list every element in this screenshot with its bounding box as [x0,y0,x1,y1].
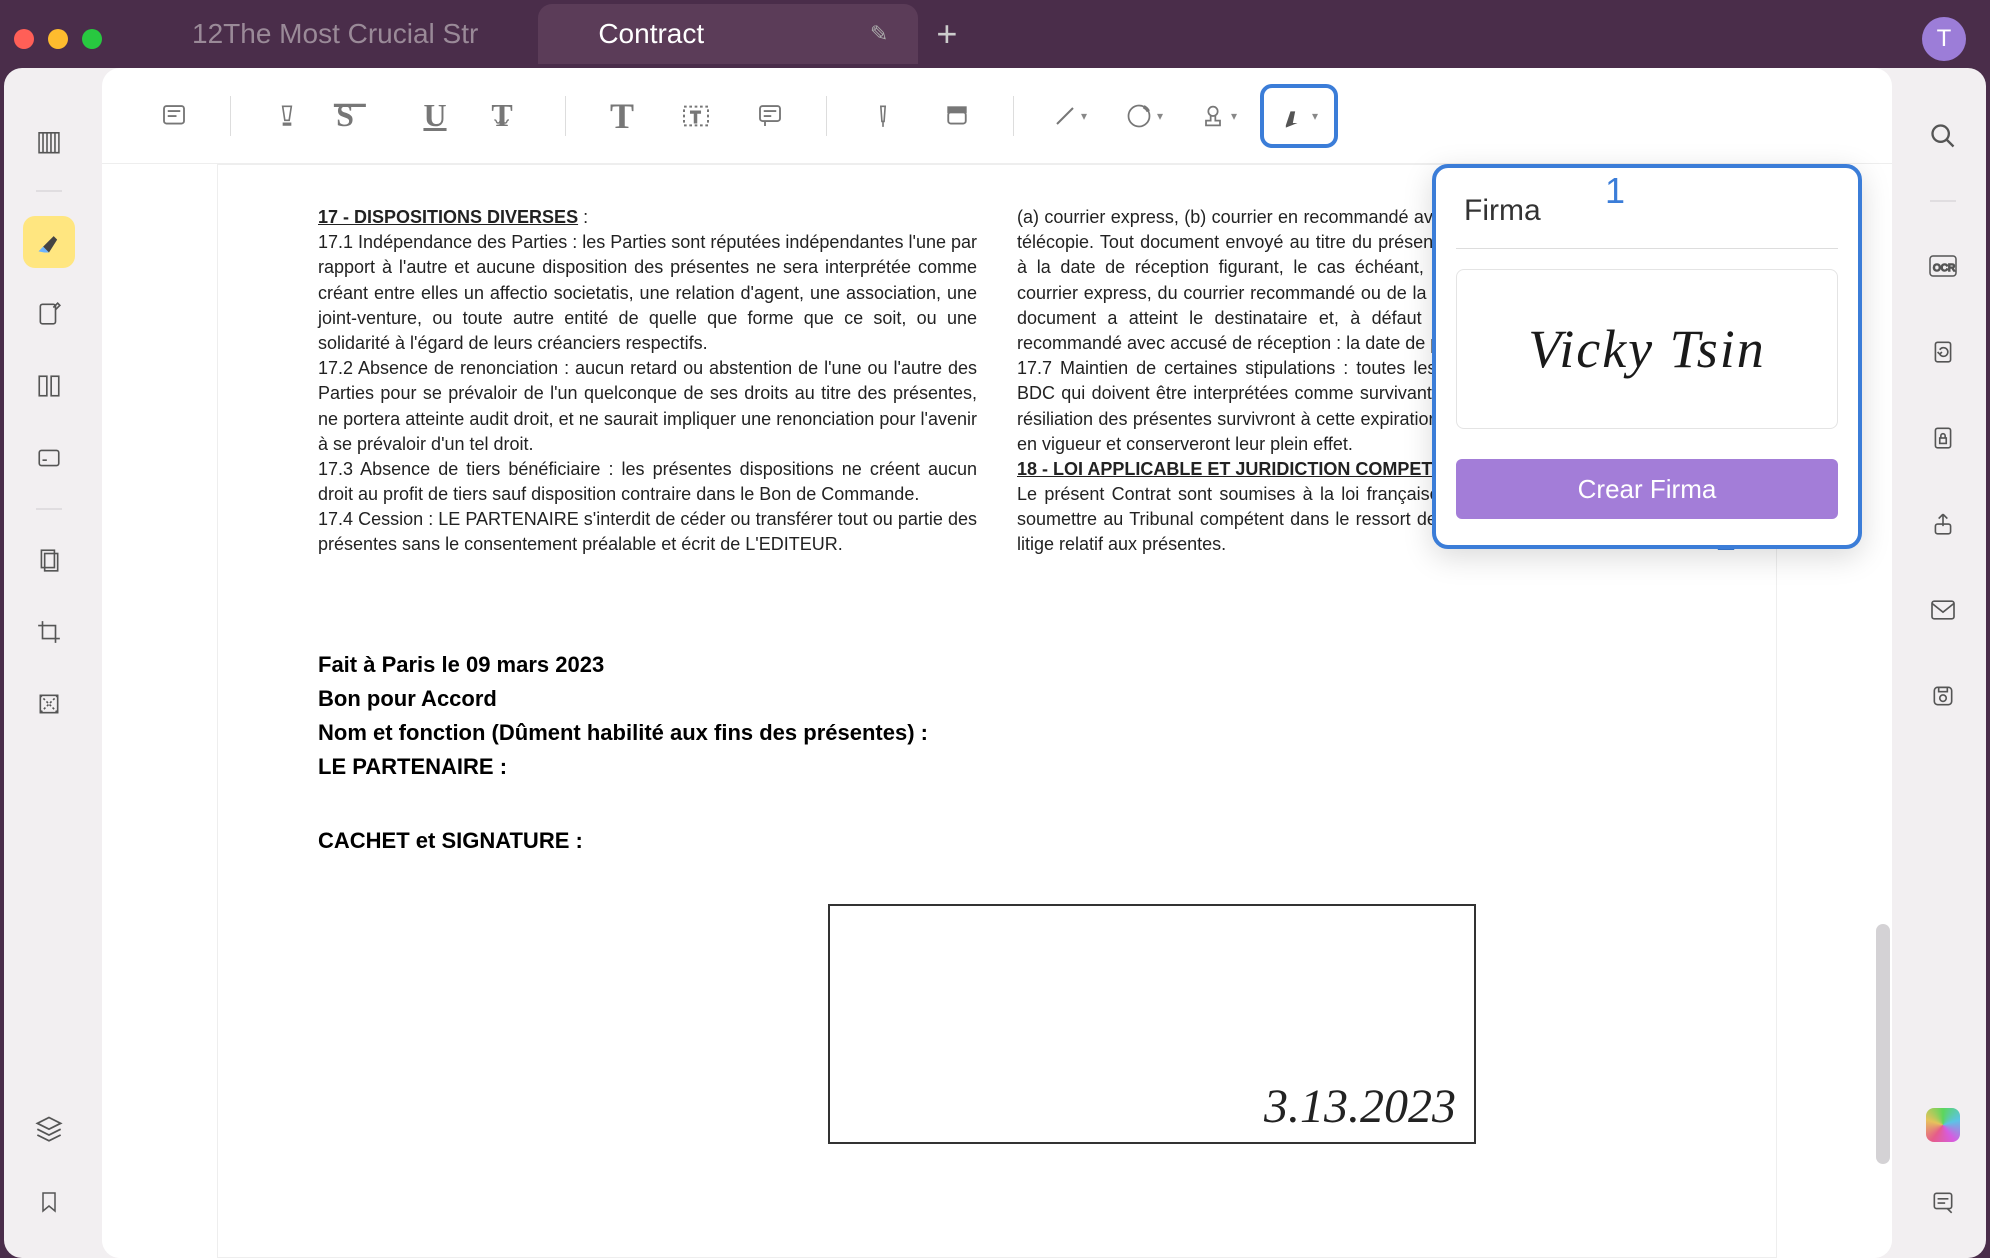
squiggly-icon[interactable]: T〰 [477,84,541,148]
separator [36,508,62,510]
callout-icon[interactable] [738,84,802,148]
svg-text:T: T [691,109,701,126]
compare-icon[interactable] [23,360,75,412]
signature-popup: Firma Vicky Tsin Crear Firma [1432,164,1862,549]
eraser-icon[interactable] [925,84,989,148]
popup-title: Firma [1456,194,1838,228]
search-icon[interactable] [1917,110,1969,162]
profile-avatar[interactable]: T [1922,17,1966,61]
signature-preview[interactable]: Vicky Tsin [1456,269,1838,429]
fullscreen-icon[interactable] [82,29,102,49]
textbox-icon[interactable]: T [664,84,728,148]
separator [1930,200,1956,202]
signature-icon[interactable]: ▾ [1260,84,1338,148]
save-icon[interactable] [1917,670,1969,722]
new-tab-button[interactable]: + [936,13,957,55]
separator [1013,96,1014,136]
titlebar: 12The Most Crucial Str Contract ✎ + T [0,0,1990,68]
ink-icon[interactable] [851,84,915,148]
right-rail: OCR [1900,68,1986,1258]
edit-tab-icon[interactable]: ✎ [870,21,888,47]
column-left: 17 - DISPOSITIONS DIVERSES : 17.1 Indépe… [318,205,977,558]
page-icon[interactable] [23,534,75,586]
signature-box[interactable]: 3.13.2023 [828,904,1476,1144]
signature-name: Vicky Tsin [1528,318,1765,380]
form-icon[interactable] [23,432,75,484]
tabs: 12The Most Crucial Str Contract ✎ + [132,4,1922,64]
notes-icon[interactable] [1917,1176,1969,1228]
shape-icon[interactable]: ▾ [1112,84,1176,148]
convert-icon[interactable] [1917,326,1969,378]
reader-mode-icon[interactable]: ▥ [23,114,75,166]
bookmark-icon[interactable] [23,1176,75,1228]
profile-initial: T [1937,25,1952,53]
layers-icon[interactable] [23,1102,75,1154]
mail-icon[interactable] [1917,584,1969,636]
signature-block: Fait à Paris le 09 mars 2023 Bon pour Ac… [318,648,1676,784]
note-icon[interactable] [142,84,206,148]
minimize-icon[interactable] [48,29,68,49]
signature-date: 3.13.2023 [1264,1079,1456,1134]
separator [230,96,231,136]
separator [565,96,566,136]
highlight-icon[interactable] [255,84,319,148]
lock-icon[interactable] [1917,412,1969,464]
left-rail: ▥ [4,68,94,1258]
app-body: ▥ [4,68,1986,1258]
strikethrough-icon[interactable]: S— [329,84,393,148]
tab-label: Contract [598,18,704,50]
svg-text:OCR: OCR [1933,263,1955,274]
toolbar: S— U T〰 T T ▾ ▾ ▾ ▾ [102,68,1892,164]
highlighter-icon[interactable] [23,216,75,268]
crop-icon[interactable] [23,606,75,658]
separator [826,96,827,136]
text-icon[interactable]: T [590,84,654,148]
line-icon[interactable]: ▾ [1038,84,1102,148]
traffic-lights [14,29,102,49]
divider [1456,248,1838,249]
create-signature-button[interactable]: Crear Firma [1456,459,1838,519]
close-icon[interactable] [14,29,34,49]
app-logo-icon[interactable] [1926,1108,1960,1142]
pen-icon[interactable] [23,288,75,340]
main-area: S— U T〰 T T ▾ ▾ ▾ ▾ 1 17 - DISPOSITIONS … [102,68,1892,1258]
underline-icon[interactable]: U [403,84,467,148]
scrollbar[interactable] [1876,924,1890,1164]
ocr-icon[interactable]: OCR [1917,240,1969,292]
tab-label: 12The Most Crucial Str [192,18,478,50]
share-icon[interactable] [1917,498,1969,550]
stamp-icon[interactable]: ▾ [1186,84,1250,148]
redact-icon[interactable] [23,678,75,730]
cachet-label: CACHET et SIGNATURE : [318,828,1676,854]
tab-active[interactable]: Contract ✎ [538,4,918,64]
tab-inactive[interactable]: 12The Most Crucial Str [132,4,538,64]
separator [36,190,62,192]
